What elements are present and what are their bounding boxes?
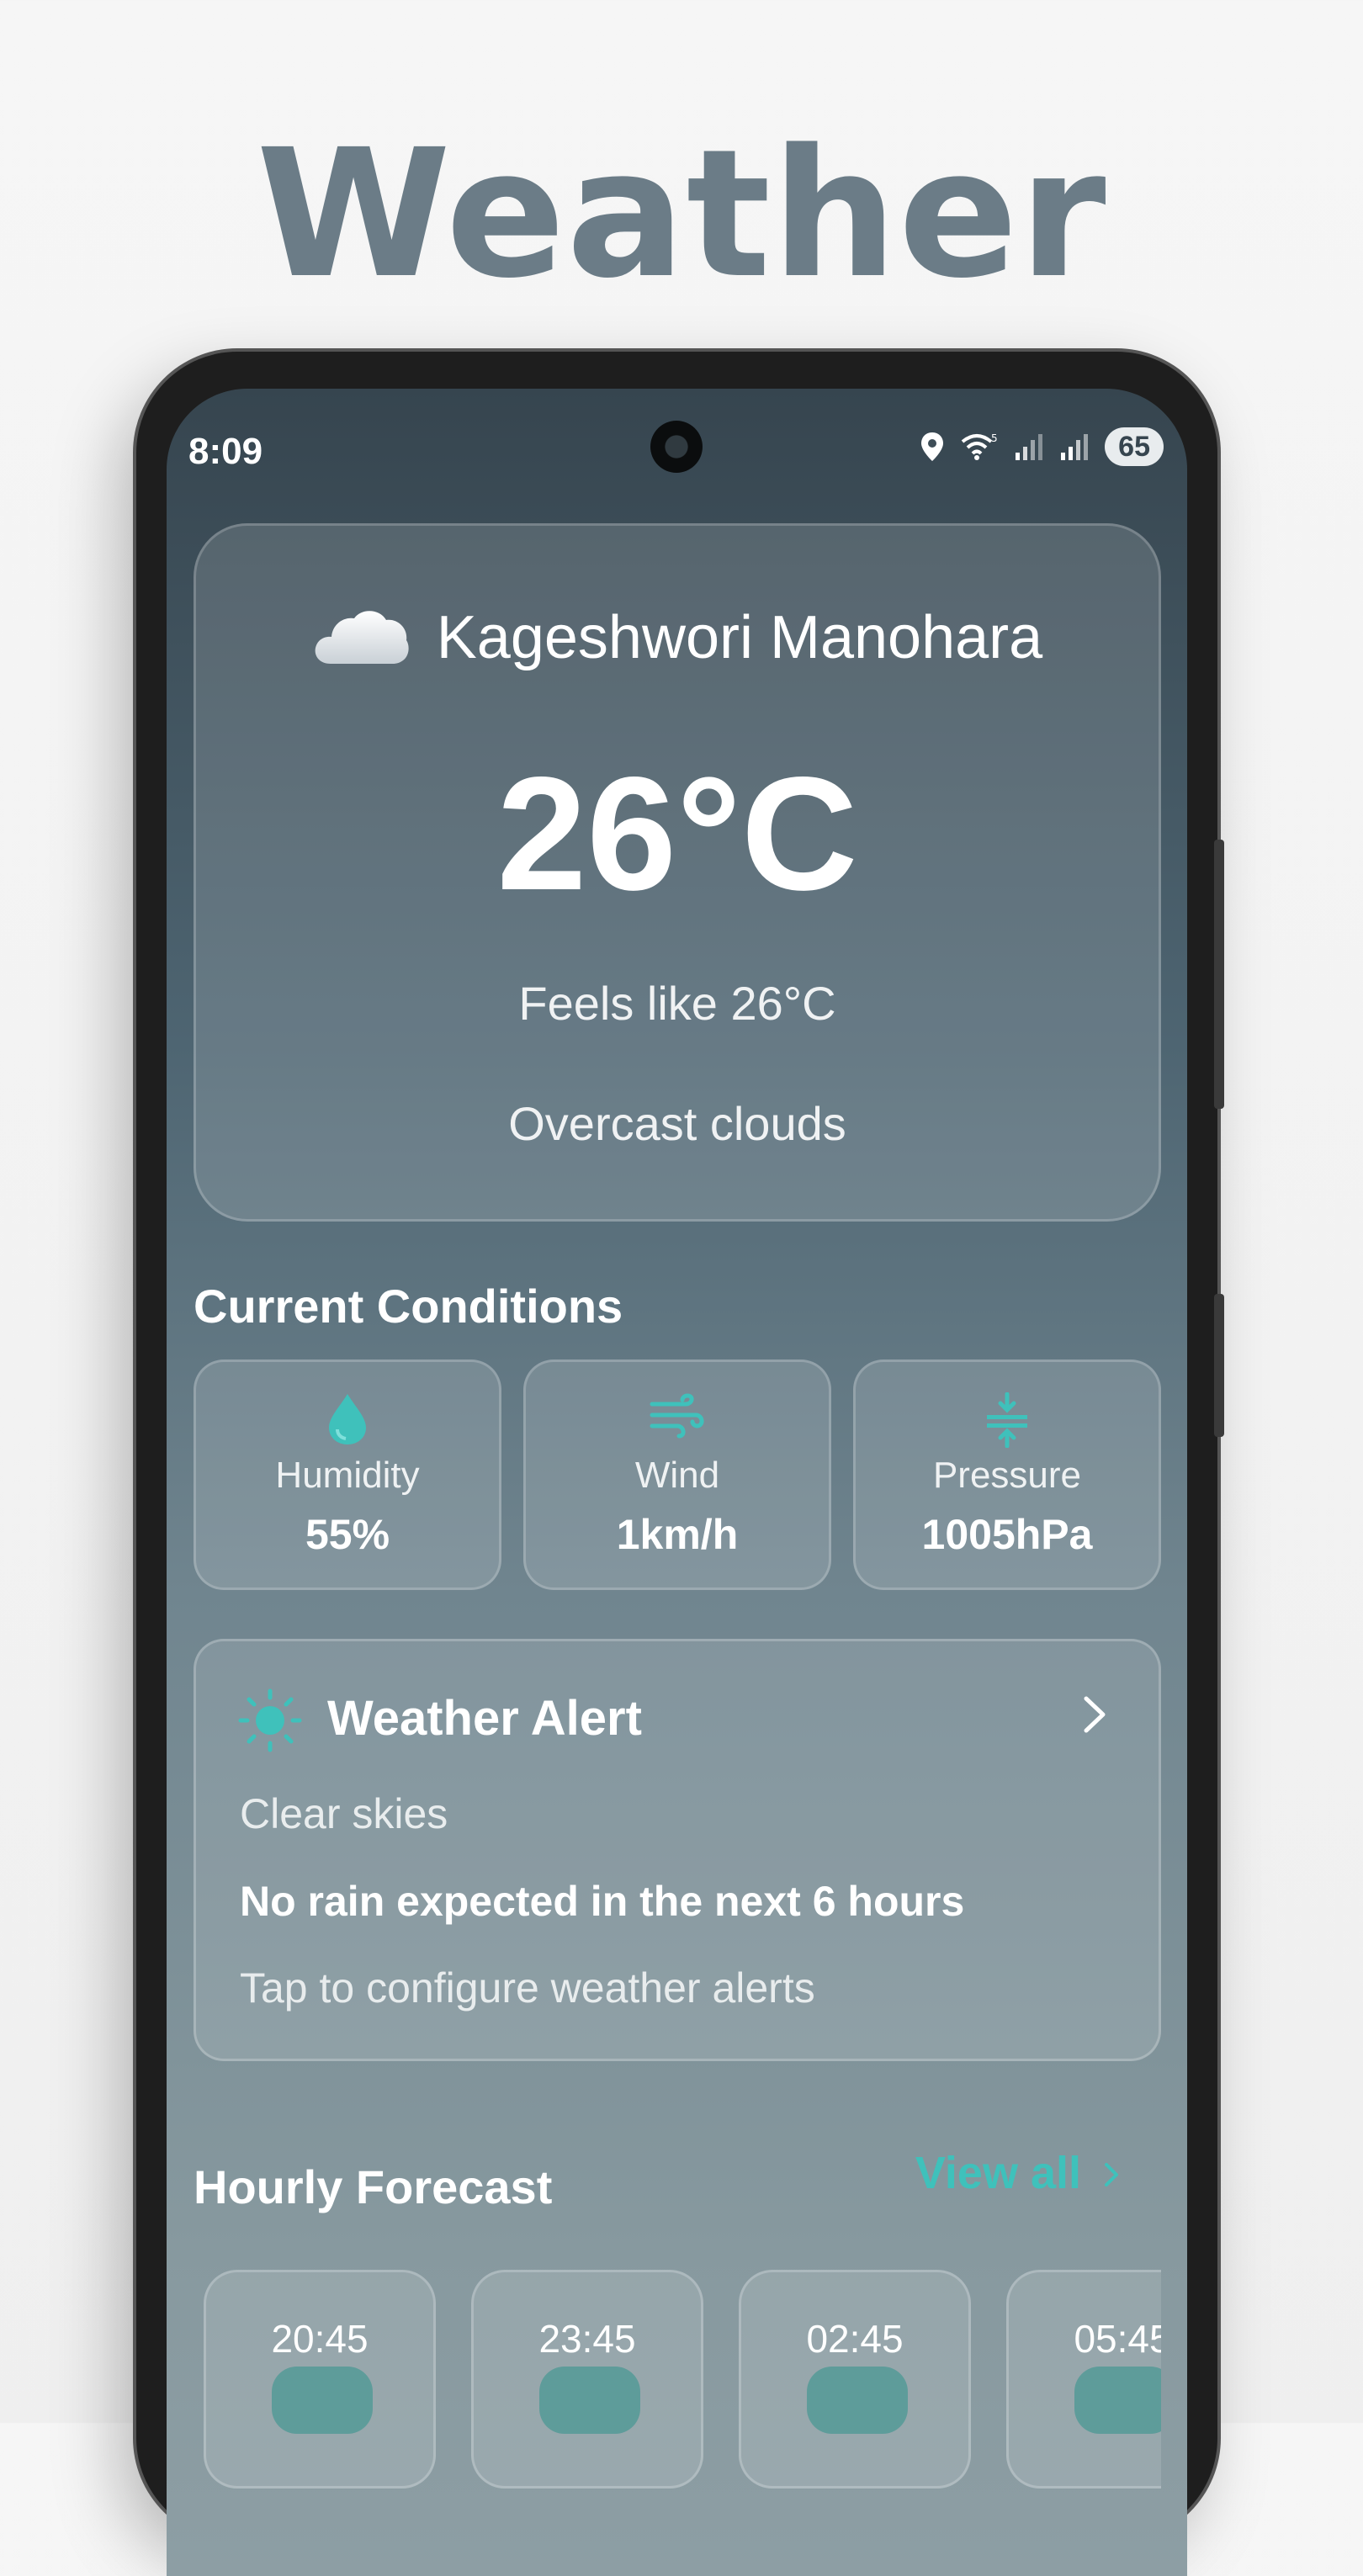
phone-frame: 8:09 5 65 Kageshwori Manohara 26°C Feels… bbox=[136, 352, 1224, 2576]
wind-icon bbox=[526, 1392, 829, 1439]
hour-card[interactable]: 23:45 bbox=[471, 2270, 703, 2489]
location-name: Kageshwori Manohara bbox=[436, 603, 1043, 671]
status-time: 8:09 bbox=[188, 431, 263, 472]
weather-icon bbox=[807, 2367, 908, 2434]
status-icons: 5 65 bbox=[920, 427, 1164, 466]
battery-indicator: 65 bbox=[1105, 427, 1164, 466]
power-button bbox=[1214, 1294, 1224, 1437]
weather-icon bbox=[539, 2367, 640, 2434]
promo-title: Weather bbox=[256, 111, 1107, 317]
weather-alert-card[interactable]: Weather Alert Clear skies No rain expect… bbox=[194, 1639, 1161, 2061]
location-row: Kageshwori Manohara bbox=[196, 602, 1159, 673]
alert-hint: Tap to configure weather alerts bbox=[240, 1964, 815, 2012]
temperature: 26°C bbox=[496, 743, 858, 924]
pressure-card[interactable]: Pressure 1005hPa bbox=[853, 1360, 1161, 1590]
pressure-label: Pressure bbox=[932, 1455, 1082, 1496]
wifi-icon: 5 bbox=[960, 432, 999, 462]
hour-time: 05:45 bbox=[1074, 2317, 1161, 2361]
current-conditions-title: Current Conditions bbox=[194, 1280, 623, 1333]
signal-icon bbox=[1059, 432, 1090, 461]
humidity-drop-icon bbox=[196, 1392, 499, 1446]
humidity-label: Humidity bbox=[275, 1455, 420, 1496]
svg-text:5: 5 bbox=[991, 432, 998, 444]
view-all-label: View all bbox=[915, 2148, 1081, 2198]
weather-alert-title: Weather Alert bbox=[327, 1691, 642, 1746]
wind-value: 1km/h bbox=[616, 1511, 739, 1558]
chevron-right-icon[interactable] bbox=[1081, 1693, 1108, 1740]
view-all-link[interactable]: View all bbox=[915, 2147, 1120, 2199]
sun-icon bbox=[238, 1688, 302, 1757]
app-screen: 8:09 5 65 Kageshwori Manohara 26°C Feels… bbox=[167, 389, 1187, 2576]
hour-time: 20:45 bbox=[271, 2317, 369, 2361]
feels-like: Feels like 26°C bbox=[518, 977, 836, 1030]
hourly-forecast-list[interactable]: 20:45 23:45 02:45 05:45 bbox=[194, 2270, 1161, 2576]
hour-card[interactable]: 20:45 bbox=[204, 2270, 436, 2489]
alert-subtitle: Clear skies bbox=[240, 1790, 448, 1837]
current-weather-card[interactable]: Kageshwori Manohara 26°C Feels like 26°C… bbox=[194, 523, 1161, 1222]
signal-icon bbox=[1014, 432, 1044, 461]
pressure-icon bbox=[856, 1392, 1159, 1448]
humidity-value: 55% bbox=[305, 1511, 390, 1558]
wind-card[interactable]: Wind 1km/h bbox=[523, 1360, 831, 1590]
hour-card[interactable]: 02:45 bbox=[739, 2270, 971, 2489]
weather-description: Overcast clouds bbox=[508, 1097, 846, 1150]
weather-icon bbox=[1074, 2367, 1161, 2434]
cloud-icon bbox=[312, 602, 411, 673]
humidity-card[interactable]: Humidity 55% bbox=[194, 1360, 501, 1590]
wind-label: Wind bbox=[634, 1455, 720, 1496]
volume-button bbox=[1214, 840, 1224, 1109]
alert-message: No rain expected in the next 6 hours bbox=[240, 1878, 965, 1925]
hour-time: 02:45 bbox=[806, 2317, 904, 2361]
status-bar: 8:09 5 65 bbox=[167, 389, 1187, 515]
hour-card[interactable]: 05:45 bbox=[1006, 2270, 1161, 2489]
hourly-forecast-title: Hourly Forecast bbox=[194, 2160, 553, 2213]
hour-time: 23:45 bbox=[538, 2317, 636, 2361]
chevron-right-icon bbox=[1103, 2147, 1120, 2199]
location-icon bbox=[920, 431, 945, 463]
pressure-value: 1005hPa bbox=[921, 1511, 1093, 1558]
weather-icon bbox=[272, 2367, 373, 2434]
front-camera bbox=[650, 421, 703, 473]
